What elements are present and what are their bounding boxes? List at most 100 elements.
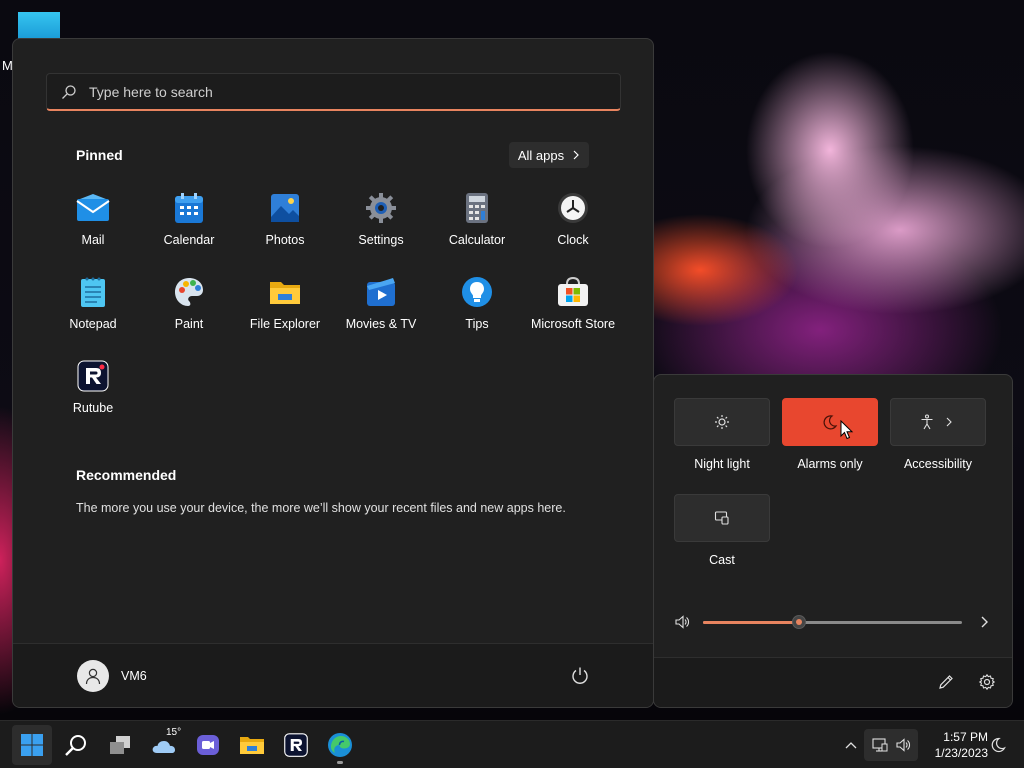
cast-toggle[interactable] (674, 494, 770, 542)
clock-icon (556, 191, 590, 225)
pinned-app-photos[interactable]: Photos (237, 187, 333, 271)
clock-date: 1/23/2023 (934, 746, 988, 760)
taskbar: 15° 1:57 PM 1/23/2023 (0, 720, 1024, 768)
search-box[interactable]: Type here to search (46, 73, 621, 111)
quick-settings-panel: Night light Alarms only Accessibility Ca… (653, 374, 1013, 708)
pinned-app-file-explorer[interactable]: File Explorer (237, 271, 333, 355)
chat-video-icon (197, 735, 219, 755)
night-light-label: Night light (694, 457, 750, 471)
photos-icon (268, 191, 302, 225)
app-label: Notepad (69, 317, 117, 331)
accessibility-icon (921, 414, 933, 430)
pinned-app-settings[interactable]: Settings (333, 187, 429, 271)
rutube-taskbar-button[interactable] (276, 725, 316, 765)
folder-icon (240, 737, 264, 754)
app-label: Microsoft Store (530, 317, 616, 331)
start-button[interactable] (12, 725, 52, 765)
app-label: Clock (557, 233, 589, 247)
app-label: Movies & TV (345, 317, 417, 331)
search-icon (62, 84, 76, 99)
mouse-pointer-icon (840, 420, 854, 440)
mail-icon (76, 191, 110, 225)
recommended-heading: Recommended (76, 467, 177, 483)
desktop-shortcut-icon[interactable] (18, 12, 60, 40)
weather-temperature: 15° (166, 727, 182, 738)
pinned-app-paint[interactable]: Paint (141, 271, 237, 355)
notepad-icon (76, 275, 110, 309)
night-light-toggle[interactable] (674, 398, 770, 446)
moon-icon (823, 415, 838, 430)
pinned-app-rutube[interactable]: Rutube (45, 355, 141, 439)
pinned-heading: Pinned (76, 147, 123, 163)
alarms-only-toggle[interactable] (782, 398, 878, 446)
network-icon (872, 738, 888, 752)
accessibility-label: Accessibility (903, 457, 973, 471)
recommended-empty-message: The more you use your device, the more w… (76, 501, 566, 515)
app-label: Settings (358, 233, 404, 247)
file-explorer-button[interactable] (232, 725, 272, 765)
pinned-app-calendar[interactable]: Calendar (141, 187, 237, 271)
pinned-app-notepad[interactable]: Notepad (45, 271, 141, 355)
volume-slider[interactable] (703, 615, 962, 629)
task-view-button[interactable] (100, 725, 140, 765)
system-tray-quick-settings-button[interactable] (864, 729, 918, 761)
app-label: Paint (174, 317, 204, 331)
brightness-icon (715, 415, 729, 429)
pinned-app-microsoft-store[interactable]: Microsoft Store (525, 271, 621, 355)
volume-control (674, 611, 994, 633)
gear-icon[interactable] (978, 673, 996, 691)
app-label: Calendar (163, 233, 215, 247)
pencil-edit-icon[interactable] (937, 673, 955, 691)
calculator-icon (460, 191, 494, 225)
pinned-app-clock[interactable]: Clock (525, 187, 621, 271)
app-label: Photos (265, 233, 305, 247)
running-app-indicator (337, 761, 343, 764)
moon-icon[interactable] (990, 737, 1006, 753)
task-view-icon (110, 736, 130, 754)
store-icon (556, 275, 590, 309)
pinned-app-mail[interactable]: Mail (45, 187, 141, 271)
user-avatar[interactable] (77, 660, 109, 692)
lightbulb-icon (460, 275, 494, 309)
speaker-icon[interactable] (674, 614, 690, 630)
taskbar-search-button[interactable] (56, 725, 96, 765)
power-icon[interactable] (569, 665, 591, 687)
folder-icon (268, 275, 302, 309)
quick-settings-footer (654, 657, 1012, 707)
start-menu: Type here to search Pinned All apps Mail… (12, 38, 654, 708)
settings-gear-icon (364, 191, 398, 225)
movies-icon (364, 275, 398, 309)
pinned-app-tips[interactable]: Tips (429, 271, 525, 355)
taskbar-clock[interactable]: 1:57 PM 1/23/2023 (920, 729, 988, 761)
user-name[interactable]: VM6 (121, 669, 147, 683)
cast-icon (714, 511, 729, 525)
chevron-up-icon[interactable] (843, 737, 859, 753)
edge-browser-button[interactable] (320, 725, 360, 765)
teams-chat-button[interactable] (188, 725, 228, 765)
user-icon (85, 668, 101, 685)
calendar-icon (172, 191, 206, 225)
pinned-apps-grid: Mail Calendar Photos Settings Calculator (45, 187, 625, 439)
alarms-only-label: Alarms only (797, 457, 863, 471)
chevron-right-icon (573, 150, 579, 160)
search-icon (65, 735, 86, 756)
windows-logo-icon (21, 734, 43, 756)
accessibility-toggle[interactable] (890, 398, 986, 446)
volume-slider-thumb[interactable] (791, 615, 806, 629)
chevron-right-icon (946, 417, 952, 427)
chevron-right-icon[interactable] (976, 614, 992, 630)
pinned-app-calculator[interactable]: Calculator (429, 187, 525, 271)
volume-slider-fill (703, 621, 799, 624)
all-apps-button[interactable]: All apps (509, 142, 589, 168)
paint-palette-icon (172, 275, 206, 309)
speaker-icon (896, 738, 910, 752)
all-apps-label: All apps (517, 147, 565, 163)
cast-label: Cast (709, 553, 735, 567)
start-menu-footer: VM6 (13, 643, 653, 707)
app-label: Tips (465, 317, 489, 331)
edge-icon (328, 733, 352, 757)
app-label: Mail (81, 233, 105, 247)
weather-widget-button[interactable]: 15° (144, 725, 184, 765)
clock-time: 1:57 PM (943, 730, 988, 744)
pinned-app-movies-tv[interactable]: Movies & TV (333, 271, 429, 355)
